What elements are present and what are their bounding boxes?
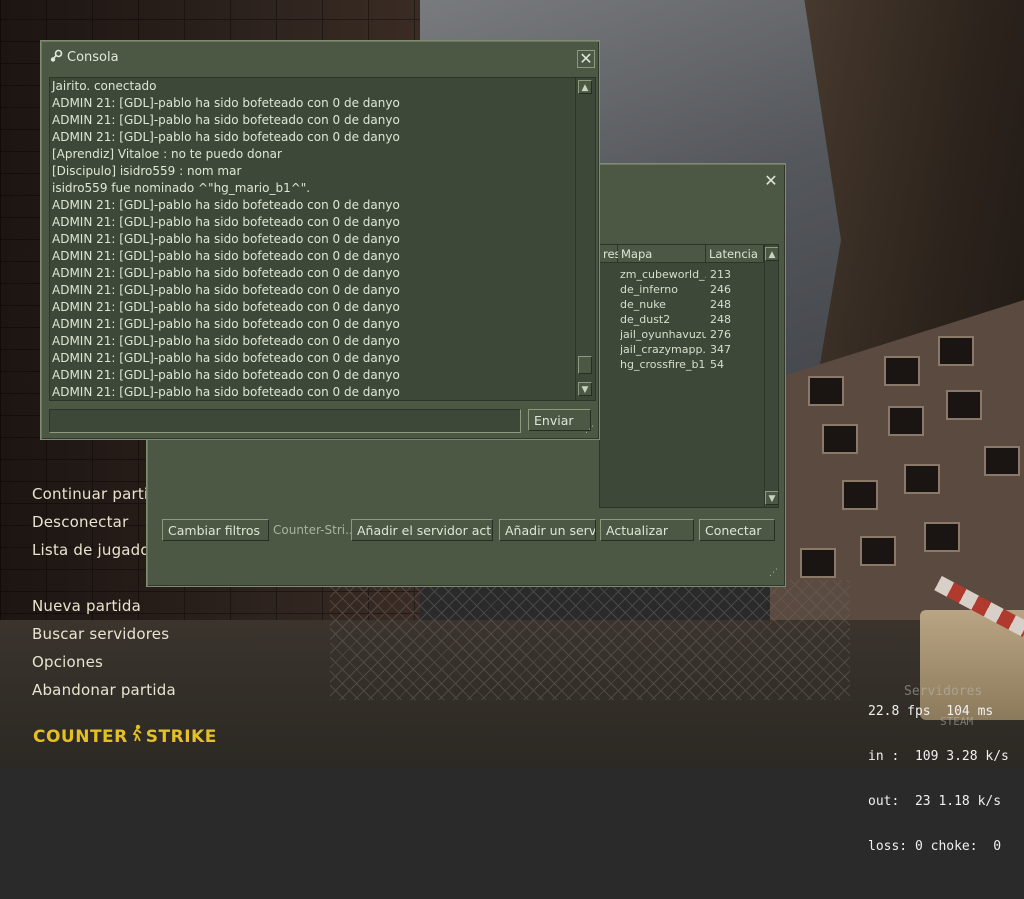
connect-button[interactable]: Conectar bbox=[699, 519, 775, 541]
console-scrollbar[interactable]: ▲ ▼ bbox=[575, 78, 595, 400]
building-window bbox=[946, 390, 982, 420]
menu-find-servers[interactable]: Buscar servidores bbox=[32, 625, 169, 643]
building-window bbox=[822, 424, 858, 454]
console-input[interactable] bbox=[49, 409, 521, 433]
console-line: ADMIN 21: [GDL]-pablo ha sido bofeteado … bbox=[52, 232, 400, 246]
menu-quit[interactable]: Abandonar partida bbox=[32, 681, 176, 699]
row-map: de_inferno bbox=[620, 283, 678, 296]
console-line: ADMIN 21: [GDL]-pablo ha sido bofeteado … bbox=[52, 351, 400, 365]
resize-grip-icon[interactable]: ⋰ bbox=[585, 425, 595, 435]
console-line: ADMIN 21: [GDL]-pablo ha sido bofeteado … bbox=[52, 317, 400, 331]
scroll-down-arrow-icon[interactable]: ▼ bbox=[578, 382, 592, 396]
console-line: Jairito. conectado bbox=[52, 79, 157, 93]
send-button[interactable]: Enviar bbox=[528, 409, 591, 431]
console-line: ADMIN 21: [GDL]-pablo ha sido bofeteado … bbox=[52, 96, 400, 110]
console-line: ADMIN 21: [GDL]-pablo ha sido bofeteado … bbox=[52, 215, 400, 229]
row-latency: 347 bbox=[710, 343, 731, 356]
console-line: [Discipulo] isidro559 : nom mar bbox=[52, 164, 242, 178]
console-title-bar[interactable]: Consola bbox=[49, 49, 119, 65]
counter-strike-logo: COUNTER STRIKE bbox=[33, 724, 217, 747]
row-latency: 54 bbox=[710, 358, 724, 371]
out-readout: out: 23 1.18 k/s bbox=[868, 794, 1002, 809]
console-window: Consola ✕ Jairito. conectado ADMIN 21: [… bbox=[40, 40, 600, 440]
table-row[interactable]: jail_crazymapp... 347 bbox=[600, 342, 764, 357]
loss-readout: loss: 0 choke: 0 bbox=[868, 839, 1002, 854]
row-latency: 276 bbox=[710, 328, 731, 341]
console-line: ADMIN 21: [GDL]-pablo ha sido bofeteado … bbox=[52, 266, 400, 280]
steam-overlay-text: STEAM bbox=[940, 715, 974, 728]
console-line: ADMIN 21: [GDL]-pablo ha sido bofeteado … bbox=[52, 368, 400, 382]
steam-icon bbox=[49, 49, 63, 63]
chain-fence bbox=[330, 580, 850, 700]
scrollbar-thumb[interactable] bbox=[578, 356, 592, 374]
row-map: zm_cubeworld_... bbox=[620, 268, 706, 281]
counter-terrorist-figure-icon bbox=[128, 724, 146, 747]
column-header-partial[interactable]: res bbox=[600, 245, 621, 263]
menu-new-game[interactable]: Nueva partida bbox=[32, 597, 141, 615]
close-icon[interactable]: ✕ bbox=[763, 173, 779, 189]
building-window bbox=[808, 376, 844, 406]
row-latency: 246 bbox=[710, 283, 731, 296]
console-line: ADMIN 21: [GDL]-pablo ha sido bofeteado … bbox=[52, 198, 400, 212]
table-row[interactable]: de_nuke 248 bbox=[600, 297, 764, 312]
building-window bbox=[888, 406, 924, 436]
building-window bbox=[860, 536, 896, 566]
table-row[interactable]: zm_cubeworld_... 213 bbox=[600, 267, 764, 282]
filter-game-label: Counter-Stri... bbox=[273, 523, 353, 537]
building-window bbox=[938, 336, 974, 366]
table-row[interactable]: hg_crossfire_b1 54 bbox=[600, 357, 764, 372]
row-map: de_dust2 bbox=[620, 313, 671, 326]
console-title: Consola bbox=[67, 50, 119, 65]
logo-text-left: COUNTER bbox=[33, 727, 128, 747]
refresh-button[interactable]: Actualizar bbox=[600, 519, 694, 541]
servers-overlay-text: Servidores bbox=[904, 684, 983, 699]
fps-readout: 22.8 fps 104 ms bbox=[868, 704, 994, 719]
row-latency: 248 bbox=[710, 298, 731, 311]
console-line: ADMIN 21: [GDL]-pablo ha sido bofeteado … bbox=[52, 283, 400, 297]
menu-options[interactable]: Opciones bbox=[32, 653, 103, 671]
row-latency: 213 bbox=[710, 268, 731, 281]
console-line: ADMIN 21: [GDL]-pablo ha sido bofeteado … bbox=[52, 113, 400, 127]
logo-text-right: STRIKE bbox=[145, 727, 217, 747]
row-latency: 248 bbox=[710, 313, 731, 326]
table-row[interactable]: de_inferno 246 bbox=[600, 282, 764, 297]
building-window bbox=[924, 522, 960, 552]
row-map: jail_crazymapp... bbox=[620, 343, 706, 356]
row-map: de_nuke bbox=[620, 298, 666, 311]
console-line: ADMIN 21: [GDL]-pablo ha sido bofeteado … bbox=[52, 130, 400, 144]
row-map: hg_crossfire_b1 bbox=[620, 358, 706, 371]
net-graph: 22.8 fps 104 ms in : 109 3.28 k/s out: 2… bbox=[868, 674, 1009, 899]
console-line: [Aprendiz] Vitaloe : no te puedo donar bbox=[52, 147, 282, 161]
building-window bbox=[884, 356, 920, 386]
server-list-scrollbar[interactable]: ▲ ▼ bbox=[764, 245, 778, 507]
scroll-up-arrow-icon[interactable]: ▲ bbox=[578, 80, 592, 94]
console-line: ADMIN 21: [GDL]-pablo ha sido bofeteado … bbox=[52, 334, 400, 348]
add-server-button[interactable]: Añadir un servi... bbox=[499, 519, 596, 541]
menu-disconnect[interactable]: Desconectar bbox=[32, 513, 128, 531]
change-filters-button[interactable]: Cambiar filtros bbox=[162, 519, 269, 541]
building-window bbox=[984, 446, 1020, 476]
in-readout: in : 109 3.28 k/s bbox=[868, 749, 1009, 764]
console-line: ADMIN 21: [GDL]-pablo ha sido bofeteado … bbox=[52, 249, 400, 263]
scroll-up-arrow-icon[interactable]: ▲ bbox=[765, 247, 778, 261]
row-map: jail_oyunhavuzu bbox=[620, 328, 706, 341]
add-current-server-button[interactable]: Añadir el servidor actual bbox=[351, 519, 493, 541]
table-row[interactable]: jail_oyunhavuzu 276 bbox=[600, 327, 764, 342]
table-row[interactable]: de_dust2 248 bbox=[600, 312, 764, 327]
column-header-latency[interactable]: Latencia bbox=[706, 245, 764, 263]
server-list[interactable]: res Mapa Latencia zm_cubeworld_... 213 d… bbox=[599, 244, 779, 508]
console-output[interactable]: Jairito. conectado ADMIN 21: [GDL]-pablo… bbox=[49, 77, 596, 401]
resize-grip-icon[interactable]: ⋰ bbox=[769, 568, 779, 578]
console-line: ADMIN 21: [GDL]-pablo ha sido bofeteado … bbox=[52, 385, 400, 399]
building-window bbox=[904, 464, 940, 494]
console-line: isidro559 fue nominado ^"hg_mario_b1^". bbox=[52, 181, 311, 195]
building-window bbox=[800, 548, 836, 578]
building-window bbox=[842, 480, 878, 510]
scroll-down-arrow-icon[interactable]: ▼ bbox=[765, 491, 778, 505]
close-icon[interactable]: ✕ bbox=[577, 50, 595, 68]
console-line: ADMIN 21: [GDL]-pablo ha sido bofeteado … bbox=[52, 300, 400, 314]
column-header-map[interactable]: Mapa bbox=[618, 245, 706, 263]
